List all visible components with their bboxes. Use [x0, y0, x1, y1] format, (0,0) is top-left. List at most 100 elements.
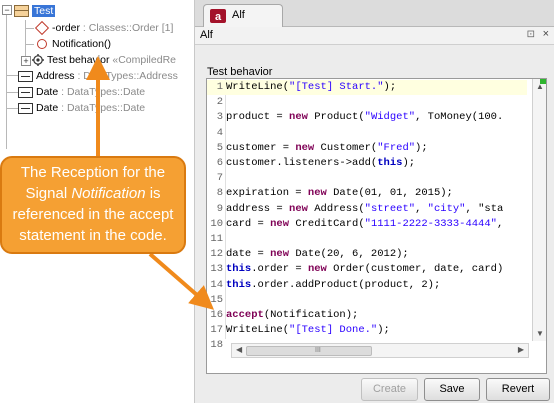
scroll-right-arrow-icon[interactable]: ▶ [518, 345, 524, 354]
attribute-diamond-icon [34, 21, 50, 36]
callout-line: statement in the code. [19, 227, 167, 244]
tree-item-date-attribute[interactable]: Date : DataTypes::Date [18, 84, 145, 100]
scroll-down-arrow-icon[interactable]: ▼ [536, 329, 544, 338]
line-number: 18 [210, 339, 223, 352]
code-line[interactable]: 3 product = new Product("Widget", ToMoney… [207, 110, 527, 125]
line-number: 4 [216, 126, 223, 139]
line-number: 14 [210, 278, 223, 291]
line-number: 16 [210, 309, 223, 321]
attribute-icon [18, 102, 33, 114]
callout-text: is [145, 185, 161, 202]
code-line[interactable]: 1 WriteLine("[Test] Start."); [207, 80, 527, 96]
tree-item-label: Address [36, 70, 75, 82]
tree-item-type: : DataTypes::Address [74, 70, 178, 82]
code-line[interactable]: 4 [207, 126, 527, 141]
scrollbar-grip: III [315, 347, 321, 354]
code-line[interactable]: 17 WriteLine("[Test] Done."); [207, 323, 527, 338]
save-button[interactable]: Save [424, 378, 480, 401]
reception-icon [37, 39, 47, 50]
code-line[interactable]: 12 date = new Date(20, 6, 2012); [207, 247, 527, 262]
expand-toggle[interactable]: + [21, 56, 31, 66]
code-line[interactable]: 8 expiration = new Date(01, 01, 2015); [207, 186, 527, 201]
tab-alf[interactable]: a Alf [203, 4, 283, 27]
line-number: 2 [216, 96, 223, 109]
tree-item-date-attribute[interactable]: Date : DataTypes::Date [18, 100, 145, 116]
alf-editor-panel: a Alf Alf ⊡ × Test behavior 1 WriteLine("… [194, 0, 554, 403]
line-number: 8 [216, 187, 223, 200]
line-number: 7 [216, 172, 223, 185]
tab-bar: a Alf [195, 0, 554, 27]
code-editor[interactable]: 1 WriteLine("[Test] Start."); 2 3 product = … [206, 78, 547, 374]
code-line[interactable]: 13 this.order = new Order(customer, date,… [207, 262, 527, 277]
tree-line [6, 75, 18, 76]
tree-item-notification-reception[interactable]: Notification() [34, 36, 111, 52]
callout-line: Signal Notification is [2, 183, 184, 204]
status-marker [540, 79, 546, 84]
code-line[interactable]: 9 address = new Address("street", "city",… [207, 202, 527, 217]
callout-line: The Reception for the [20, 164, 166, 181]
code-line[interactable]: 10 card = new CreditCard("1111-2222-3333-… [207, 217, 527, 232]
code-line[interactable]: 5 customer = new Customer("Fred"); [207, 141, 527, 156]
line-number: 11 [210, 233, 223, 245]
line-number: 17 [210, 324, 223, 337]
tree-item-address-attribute[interactable]: Address : DataTypes::Address [18, 68, 178, 84]
alf-logo-icon: a [210, 9, 226, 23]
vertical-scrollbar[interactable]: ▲ ▼ [532, 79, 546, 341]
class-icon [14, 5, 29, 18]
code-line[interactable]: 2 [207, 95, 527, 110]
restore-icon[interactable]: ⊡ [527, 29, 535, 40]
line-number: 13 [210, 263, 223, 276]
tree-item-type: : DataTypes::Date [58, 102, 146, 114]
behavior-gear-icon [32, 54, 44, 67]
tree-item-label: Notification() [52, 38, 111, 50]
svg-text:a: a [215, 11, 222, 23]
tree-line [25, 44, 34, 45]
tree-item-label: Test [32, 5, 56, 17]
scroll-left-arrow-icon[interactable]: ◀ [236, 345, 242, 354]
line-number: 1 [216, 81, 223, 93]
tree-item-order-attribute[interactable]: -order : Classes::Order [1] [34, 20, 173, 36]
attribute-icon [18, 70, 33, 82]
tree-item-type: : DataTypes::Date [58, 86, 146, 98]
tree-item-test-behavior[interactable]: Test behavior «CompiledRe [32, 52, 176, 68]
horizontal-scrollbar[interactable]: ◀ III ▶ [231, 343, 529, 358]
code-line[interactable]: 16 accept(Notification); [207, 308, 527, 323]
tree-item-label: Date [36, 102, 59, 114]
line-number: 3 [216, 111, 223, 124]
panel-titlebar: Alf ⊡ × [195, 27, 554, 45]
line-number: 10 [210, 217, 223, 230]
callout-text: Signal [25, 185, 72, 202]
panel-title: Alf [200, 29, 213, 41]
code-line[interactable]: 6 customer.listeners->add(this); [207, 156, 527, 171]
code-line[interactable]: 14 this.order.addProduct(product, 2); [207, 278, 527, 293]
close-icon[interactable]: × [543, 28, 549, 40]
code-line[interactable]: 7 [207, 171, 527, 186]
line-number: 15 [210, 293, 223, 306]
annotation-callout: The Reception for the Signal Notificatio… [0, 156, 186, 254]
code-line[interactable]: 15 [207, 293, 527, 308]
code-line[interactable]: 11 [207, 232, 527, 247]
tree-item-test-class[interactable]: Test [14, 3, 56, 19]
tree-line [25, 28, 34, 29]
revert-button[interactable]: Revert [486, 378, 550, 401]
scrollbar-thumb[interactable]: III [246, 346, 372, 356]
collapse-toggle[interactable]: − [2, 5, 12, 15]
tree-line [25, 20, 26, 60]
tree-item-stereotype: «CompiledRe [109, 54, 176, 66]
attribute-icon [18, 86, 33, 98]
tab-label: Alf [232, 9, 245, 21]
callout-text-italic: Notification [71, 185, 146, 202]
tree-line [6, 9, 7, 149]
tree-item-label: Test behavior [47, 54, 110, 66]
tree-item-label: Date [36, 86, 59, 98]
line-number: 12 [210, 248, 223, 261]
tree-item-type: : Classes::Order [1] [80, 22, 174, 34]
create-button[interactable]: Create [361, 378, 418, 401]
line-number: 5 [216, 141, 223, 154]
tree-item-label: -order [52, 22, 81, 34]
callout-line: referenced in the accept [12, 206, 174, 223]
line-number: 9 [216, 202, 223, 215]
line-number: 6 [216, 157, 223, 169]
section-label: Test behavior [207, 66, 273, 78]
tree-line [6, 108, 18, 109]
